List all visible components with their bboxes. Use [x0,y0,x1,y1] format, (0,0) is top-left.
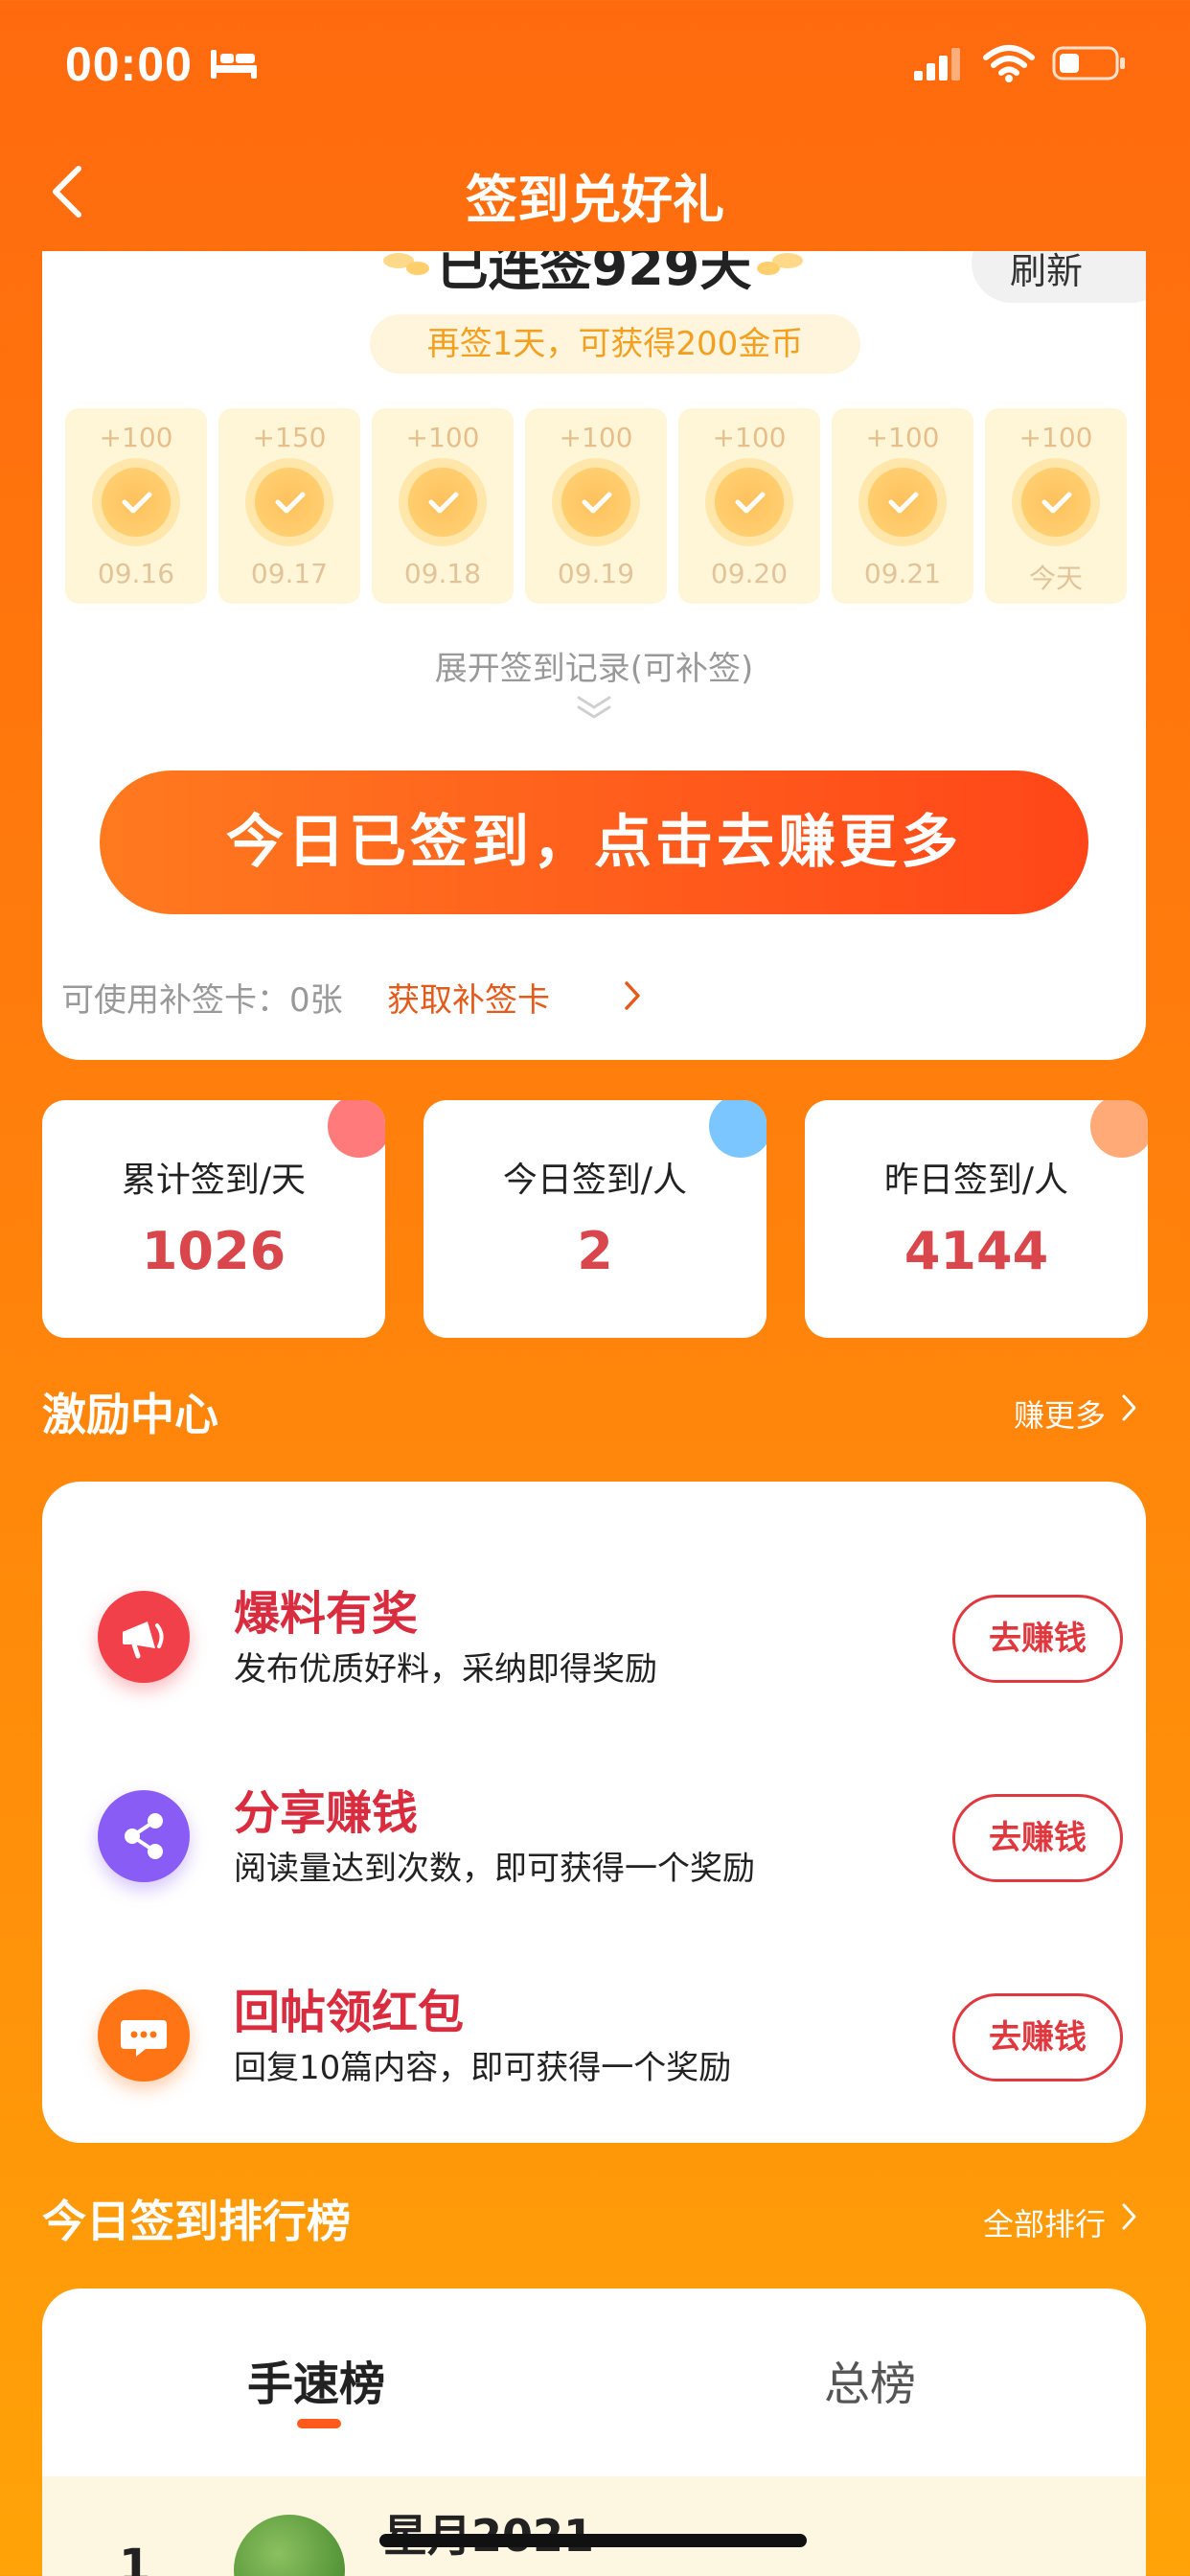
day-bonus: +100 [865,422,940,453]
task-title: 回帖领红包 [234,1986,465,2039]
ranking-section-title: 今日签到排行榜 [42,2196,351,2247]
stat-card-today-users: 今日签到/人 2 [423,1100,767,1338]
chevron-right-icon[interactable] [1121,1393,1138,1422]
rank-username: 星月2021 [383,2501,594,2564]
battery-icon [1052,46,1125,80]
stat-value: 1026 [141,1221,286,1281]
tab-fast-rank[interactable]: 手速榜 [247,2346,385,2413]
go-earn-button[interactable]: 去赚钱 [952,1794,1123,1882]
day-item: +150 09.17 [218,408,360,604]
all-ranking-link[interactable]: 全部排行 [983,2200,1106,2244]
day-item: +100 09.18 [372,408,514,604]
ranking-row[interactable]: 1 星月2021 [42,2476,1146,2576]
chevron-right-icon[interactable] [623,979,642,1012]
check-icon [399,458,487,546]
page-title: 签到兑好礼 [466,170,724,230]
stat-label: 累计签到/天 [121,1161,307,1200]
day-date: 09.18 [403,558,482,589]
wifi-icon [983,45,1035,82]
sleep-mode-icon [211,50,257,79]
day-bonus: +100 [99,422,173,453]
laurel-right-icon [757,253,803,275]
stat-card-total-days: 累计签到/天 1026 [42,1100,385,1338]
makeup-card-count: 可使用补签卡：0张 [61,981,343,1020]
corner-decoration [709,1100,767,1158]
stat-card-yesterday-users: 昨日签到/人 4144 [805,1100,1148,1338]
task-item: 爆料有奖 发布优质好料，采纳即得奖励 去赚钱 [42,1566,1146,1710]
day-item: +100 09.21 [832,408,973,604]
task-title: 爆料有奖 [234,1587,419,1641]
day-date: 09.17 [250,558,329,589]
navigation-bar: 签到兑好礼 [0,144,1190,251]
home-indicator [379,2534,807,2547]
stat-value: 2 [577,1221,613,1281]
check-icon [92,458,180,546]
comment-icon [98,1990,190,2082]
get-makeup-card-link[interactable]: 获取补签卡 [387,974,550,1021]
day-bonus: +100 [1018,422,1093,453]
day-bonus: +100 [559,422,633,453]
share-icon [98,1790,190,1882]
day-item: +100 09.16 [65,408,207,604]
avatar [234,2515,345,2576]
active-tab-indicator [297,2419,341,2428]
stat-value: 4144 [904,1221,1049,1281]
task-title: 分享赚钱 [234,1786,419,1840]
task-description: 发布优质好料，采纳即得奖励 [234,1650,657,1689]
earn-more-button[interactable]: 今日已签到，点击去赚更多 [100,770,1088,914]
incentive-card: 爆料有奖 发布优质好料，采纳即得奖励 去赚钱 分享赚钱 阅读量达到次数，即可获得… [42,1482,1146,2143]
stat-label: 昨日签到/人 [883,1161,1069,1200]
corner-decoration [328,1100,385,1158]
day-bonus: +100 [712,422,787,453]
day-item: +100 09.19 [525,408,667,604]
check-icon [552,458,640,546]
check-icon [858,458,947,546]
tab-total-rank[interactable]: 总榜 [824,2346,916,2413]
earn-more-link[interactable]: 赚更多 [1014,1392,1106,1436]
day-date: 09.16 [97,558,175,589]
day-date: 今天 [1028,563,1083,594]
task-description: 阅读量达到次数，即可获得一个奖励 [234,1850,755,1888]
stat-label: 今日签到/人 [502,1161,688,1200]
day-date: 09.21 [863,558,942,589]
day-item: +100 09.20 [678,408,820,604]
cellular-signal-icon [914,48,960,80]
status-bar: 00:00 [0,0,1190,134]
day-bonus: +100 [405,422,480,453]
check-icon [245,458,333,546]
incentive-section-title: 激励中心 [42,1389,218,1440]
corner-decoration [1090,1100,1148,1158]
day-date: 09.20 [710,558,789,589]
task-description: 回复10篇内容，即可获得一个奖励 [234,2049,732,2087]
day-bonus: +150 [252,422,327,453]
status-time: 00:00 [65,37,193,91]
task-item: 分享赚钱 阅读量达到次数，即可获得一个奖励 去赚钱 [42,1765,1146,1909]
reward-hint: 再签1天，可获得200金币 [370,314,860,374]
expand-records-link[interactable]: 展开签到记录(可补签) [42,642,1146,689]
go-earn-button[interactable]: 去赚钱 [952,1993,1123,2082]
megaphone-icon [98,1591,190,1683]
rank-number: 1 [119,2540,151,2576]
check-icon [1012,458,1100,546]
chevron-right-icon[interactable] [1121,2202,1138,2231]
checkin-days: +100 09.16 +150 09.17 +100 09.18 +100 09… [65,408,1129,604]
check-icon [705,458,793,546]
task-item: 回帖领红包 回复10篇内容，即可获得一个奖励 去赚钱 [42,1965,1146,2108]
ranking-card: 手速榜 总榜 1 星月2021 [42,2288,1146,2576]
double-chevron-down-icon[interactable] [575,694,613,721]
refresh-button[interactable]: 刷新 [972,251,1146,303]
go-earn-button[interactable]: 去赚钱 [952,1595,1123,1683]
checkin-card: 已连签929天 刷新 再签1天，可获得200金币 +100 09.16 +150… [42,251,1146,1060]
day-date: 09.19 [557,558,635,589]
day-item: +100 今天 [985,408,1127,604]
